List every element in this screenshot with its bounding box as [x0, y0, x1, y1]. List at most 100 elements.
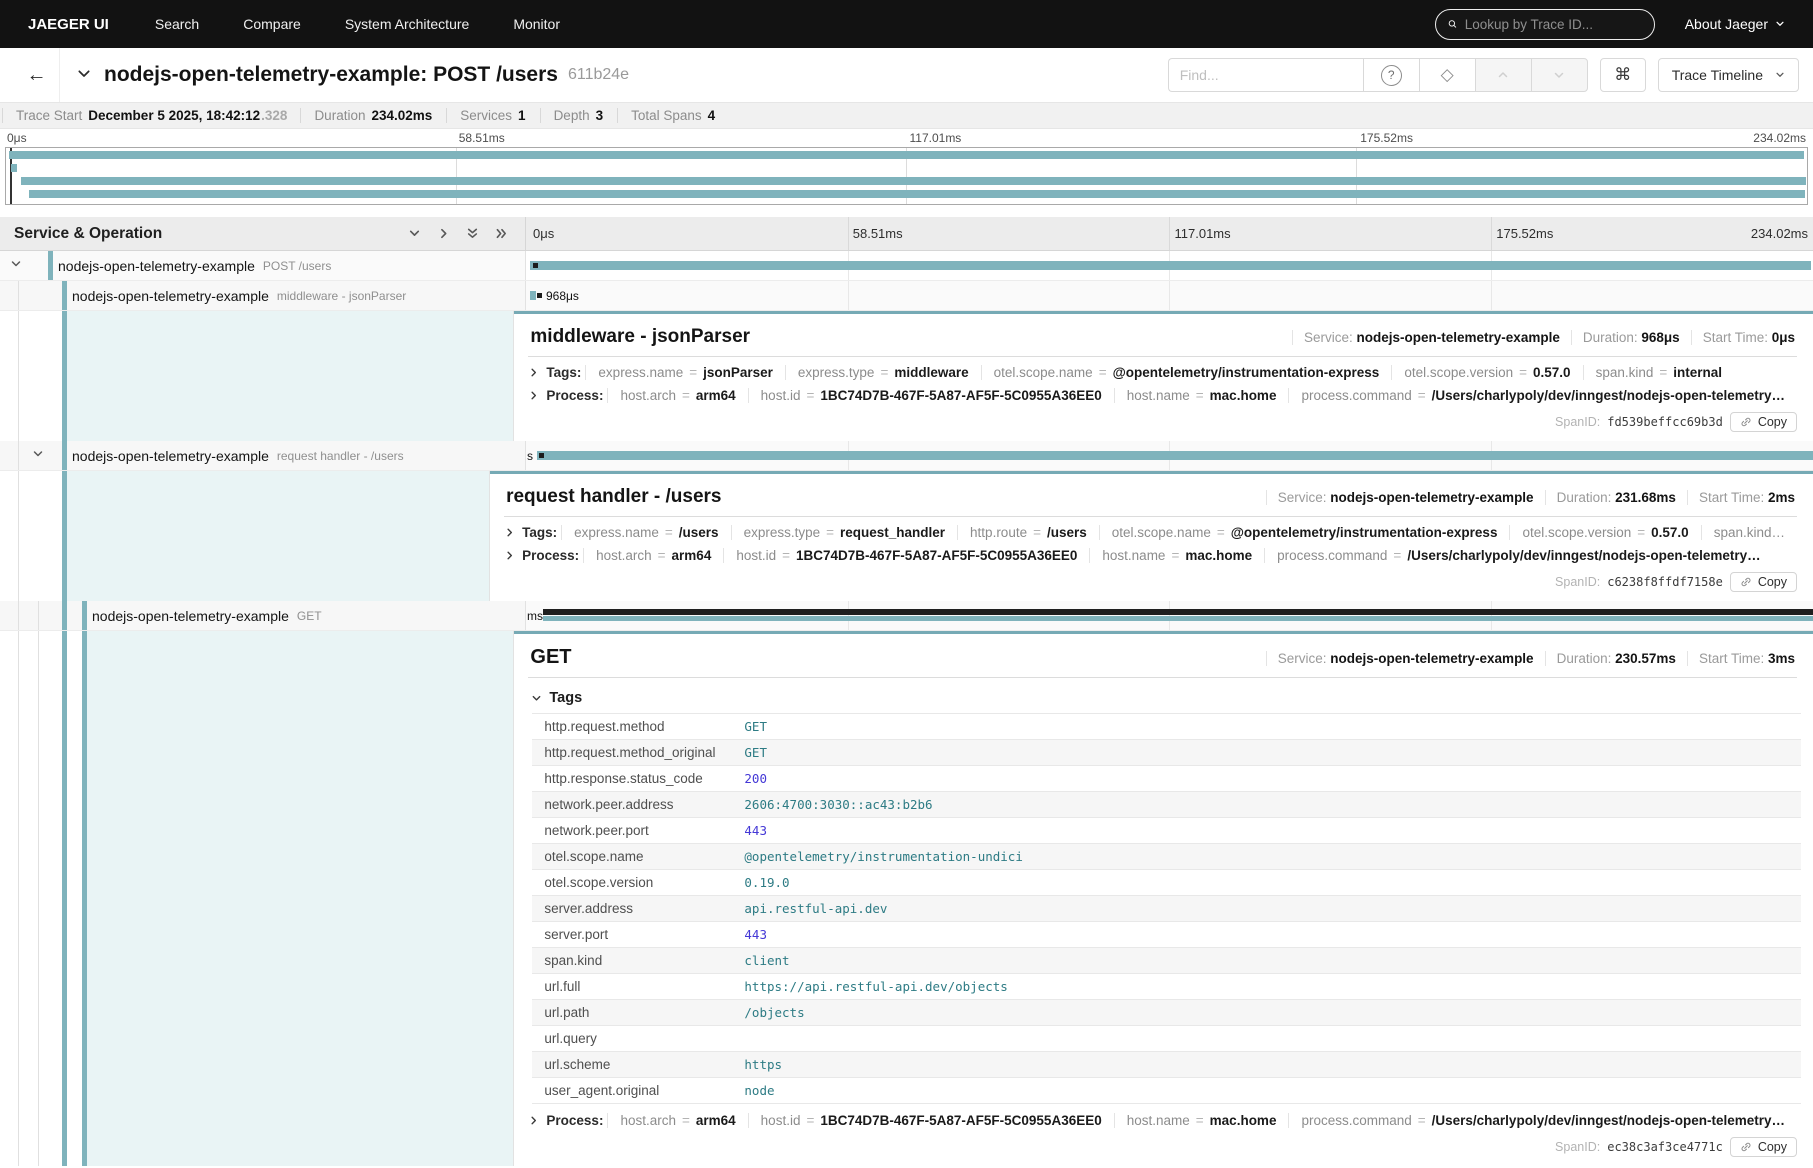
span-row-middleware[interactable]: nodejs-open-telemetry-example middleware…	[0, 281, 1813, 311]
tag-value: 200	[732, 766, 1801, 792]
tag-value: https://api.restful-api.dev/objects	[732, 974, 1801, 1000]
detail-indent-fill	[67, 311, 513, 441]
link-icon	[1740, 416, 1752, 428]
copy-spanid-button[interactable]: Copy	[1730, 572, 1797, 592]
process-summary-row[interactable]: Process: host.arch=arm64host.id=1BC74D7B…	[504, 544, 1797, 567]
collapse-one-button[interactable]	[404, 224, 424, 244]
detail-indent-fill	[67, 471, 489, 601]
span-meta-item: Service: nodejs-open-telemetry-example	[1292, 330, 1571, 345]
nav-links: Search Compare System Architecture Monitor	[155, 16, 560, 32]
chevron-down-icon	[531, 693, 542, 704]
span-bar[interactable]	[530, 261, 1811, 270]
detail-indent-fill	[87, 631, 513, 1166]
about-jaeger-menu[interactable]: About Jaeger	[1685, 16, 1785, 32]
collapse-children-button[interactable]	[10, 258, 22, 273]
tag-kv: otel.scope.version=0.57.0	[1391, 365, 1582, 380]
keyboard-shortcuts-button[interactable]: ⌘	[1600, 58, 1646, 92]
span-id-value: ec38c3af3ce4771c	[1607, 1140, 1723, 1154]
tag-key: otel.scope.name	[532, 844, 732, 870]
tag-value: 2606:4700:3030::ac43:b2b6	[732, 792, 1801, 818]
tag-key: url.full	[532, 974, 732, 1000]
tree-guide-line	[18, 601, 19, 630]
tags-summary-row[interactable]: Tags: express.name=jsonParserexpress.typ…	[528, 361, 1797, 384]
diamond-icon: ◇	[1441, 65, 1454, 85]
tag-table-row: network.peer.address 2606:4700:3030::ac4…	[532, 792, 1801, 818]
span-bar[interactable]	[537, 451, 1813, 460]
chevron-right-icon	[528, 390, 539, 401]
nav-item[interactable]: Monitor	[513, 16, 560, 32]
trace-id-lookup[interactable]	[1435, 9, 1655, 40]
span-bar[interactable]	[530, 291, 536, 300]
tag-key: otel.scope.version	[532, 870, 732, 896]
tree-guide-line	[18, 441, 19, 470]
tag-key: http.request.method_original	[532, 740, 732, 766]
find-input[interactable]	[1168, 58, 1364, 92]
span-duration-label: 968μs	[546, 289, 579, 303]
tree-guide-line	[38, 601, 39, 630]
prev-result-button[interactable]	[1475, 58, 1532, 92]
collapse-children-button[interactable]	[32, 448, 44, 463]
tick-label: 175.52ms	[1496, 226, 1553, 241]
tick-label: 0μs	[7, 131, 27, 145]
span-detail-title: GET	[530, 646, 571, 669]
span-row-post-users[interactable]: nodejs-open-telemetry-example POST /user…	[0, 251, 1813, 281]
nav-item[interactable]: System Architecture	[345, 16, 470, 32]
expand-one-button[interactable]	[433, 224, 453, 244]
span-row-get[interactable]: nodejs-open-telemetry-example GET ms	[0, 601, 1813, 631]
find-help-button[interactable]: ?	[1363, 58, 1420, 92]
tag-key: url.path	[532, 1000, 732, 1026]
timeline-minimap[interactable]	[5, 147, 1808, 205]
tag-kv: express.name=/users	[561, 525, 730, 540]
timeline-tick-header: 0μs58.51ms117.01ms175.52ms234.02ms	[526, 217, 1813, 250]
focus-span-button[interactable]: ◇	[1419, 58, 1476, 92]
trace-id-short: 611b24e	[568, 66, 629, 84]
tick-label: 58.51ms	[459, 131, 505, 145]
expand-all-button[interactable]	[491, 224, 511, 244]
span-meta-item: Start Time: 0μs	[1691, 330, 1795, 345]
tags-section-toggle[interactable]: Tags	[528, 682, 1797, 713]
nav-item[interactable]: Search	[155, 16, 199, 32]
tag-key: url.query	[532, 1026, 732, 1052]
tree-guide-line	[38, 631, 39, 1166]
help-icon: ?	[1381, 65, 1402, 86]
copy-spanid-button[interactable]: Copy	[1730, 1137, 1797, 1157]
tick-label: 0μs	[533, 226, 554, 241]
tag-table-row: otel.scope.version 0.19.0	[532, 870, 1801, 896]
span-meta-item: Service: nodejs-open-telemetry-example	[1266, 651, 1545, 666]
double-chevron-right-icon	[495, 227, 508, 240]
tree-guide-line	[18, 311, 19, 441]
span-detail-middleware: middleware - jsonParser Service: nodejs-…	[0, 311, 1813, 441]
tag-table-row: url.full https://api.restful-api.dev/obj…	[532, 974, 1801, 1000]
collapse-all-button[interactable]	[462, 224, 482, 244]
span-detail-title: request handler - /users	[506, 486, 721, 508]
span-detail-get: GET Service: nodejs-open-telemetry-examp…	[0, 631, 1813, 1166]
nav-item[interactable]: Compare	[243, 16, 301, 32]
chevron-right-icon	[437, 227, 450, 240]
process-kv: host.id=1BC74D7B-467F-5A87-AF5F-5C0955A3…	[723, 548, 1089, 563]
trace-view-select[interactable]: Trace Timeline	[1658, 58, 1799, 92]
span-row-request-handler[interactable]: nodejs-open-telemetry-example request ha…	[0, 441, 1813, 471]
process-summary-row[interactable]: Process: host.arch=arm64host.id=1BC74D7B…	[528, 384, 1797, 407]
trace-summary-item: Duration 234.02ms	[300, 108, 446, 123]
span-color-accent	[62, 281, 67, 310]
process-summary-row[interactable]: Process: host.arch=arm64host.id=1BC74D7B…	[528, 1104, 1797, 1132]
critical-path-segment	[537, 293, 542, 298]
spanid-label: SpanID:	[1555, 575, 1600, 589]
collapse-trace-chevron[interactable]	[76, 66, 92, 85]
span-duration-label-clipped: s	[527, 449, 533, 463]
tree-guide-line	[18, 281, 19, 310]
tag-value: client	[732, 948, 1801, 974]
span-detail-request-handler: request handler - /users Service: nodejs…	[0, 471, 1813, 601]
minimap-bar-get	[29, 190, 1805, 198]
copy-spanid-button[interactable]: Copy	[1730, 412, 1797, 432]
page-title: nodejs-open-telemetry-example: POST /use…	[104, 63, 558, 87]
trace-id-lookup-input[interactable]	[1465, 17, 1642, 32]
span-color-accent	[82, 601, 87, 630]
tags-summary-row[interactable]: Tags: express.name=/usersexpress.type=re…	[504, 521, 1797, 544]
span-bar[interactable]	[543, 616, 1813, 621]
back-button[interactable]: ←	[14, 48, 60, 102]
tag-key: http.request.method	[532, 714, 732, 740]
tick-label: 58.51ms	[853, 226, 903, 241]
next-result-button[interactable]	[1531, 58, 1588, 92]
process-kv: host.arch=arm64	[607, 388, 747, 403]
